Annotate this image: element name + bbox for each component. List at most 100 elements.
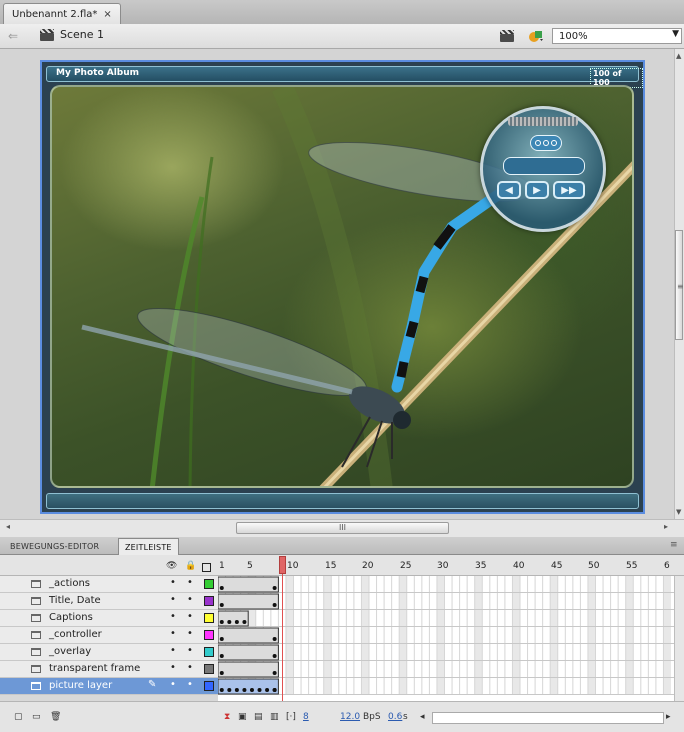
- layer-icon: [31, 631, 41, 639]
- outline-color-swatch[interactable]: [204, 647, 214, 657]
- layer-name[interactable]: _actions: [49, 578, 90, 589]
- layer-name[interactable]: picture layer: [49, 680, 112, 691]
- onion-outline-icon[interactable]: ▤: [254, 712, 263, 722]
- elapsed-time-value[interactable]: 0.6: [388, 712, 402, 722]
- scroll-grip-icon: ≡: [677, 282, 684, 291]
- eye-icon[interactable]: 👁: [166, 561, 177, 571]
- delete-layer-icon[interactable]: 🗑: [50, 712, 61, 722]
- lock-dot[interactable]: •: [187, 679, 193, 690]
- visibility-dot[interactable]: •: [170, 679, 176, 690]
- frame-number-label: 40: [513, 561, 525, 571]
- outline-color-swatch[interactable]: [204, 664, 214, 674]
- layer-row[interactable]: _actions • •: [0, 576, 218, 593]
- layer-icon: [31, 665, 41, 673]
- frame-number-label: 30: [437, 561, 449, 571]
- timeline-horizontal-scrollbar[interactable]: [432, 712, 664, 724]
- scroll-right-icon[interactable]: ▸: [664, 522, 668, 531]
- layer-row[interactable]: Captions • •: [0, 610, 218, 627]
- visibility-dot[interactable]: •: [170, 611, 176, 622]
- close-tab-icon[interactable]: ×: [103, 9, 111, 20]
- outline-icon[interactable]: [202, 563, 211, 572]
- layer-row[interactable]: _overlay • •: [0, 644, 218, 661]
- timeline-scroll-left-icon[interactable]: ◂: [420, 712, 425, 722]
- scene-label: Scene 1: [60, 28, 105, 41]
- current-frame-value[interactable]: 8: [303, 712, 309, 722]
- edit-symbols-icon[interactable]: [528, 29, 544, 43]
- visibility-dot[interactable]: •: [170, 662, 176, 673]
- zoom-select[interactable]: 100% ▼: [552, 28, 682, 44]
- edit-scene-icon[interactable]: [500, 30, 514, 42]
- new-layer-icon[interactable]: ▢: [14, 712, 23, 722]
- timeline-header: [0, 555, 684, 576]
- layer-name[interactable]: Captions: [49, 612, 93, 623]
- stage-horizontal-scroll-thumb[interactable]: III: [236, 522, 449, 534]
- scroll-up-icon[interactable]: ▲: [676, 52, 681, 60]
- visibility-dot[interactable]: •: [170, 577, 176, 588]
- frame-number-label: 20: [362, 561, 374, 571]
- playback-controller: ◀ ▶ ▶▶: [480, 106, 606, 232]
- layer-row[interactable]: picture layer ✎ • •: [0, 678, 218, 695]
- onion-skin-icon[interactable]: ▣: [238, 712, 247, 722]
- stage[interactable]: My Photo Album 100 of 100 ◀ ▶ ▶▶: [40, 60, 645, 514]
- lock-dot[interactable]: •: [187, 628, 193, 639]
- controller-thumbnails-button[interactable]: [530, 135, 562, 151]
- layer-row[interactable]: transparent frame • •: [0, 661, 218, 678]
- outline-color-swatch[interactable]: [204, 579, 214, 589]
- scene-breadcrumb[interactable]: Scene 1: [40, 28, 104, 41]
- frame-number-label: 10: [287, 561, 299, 571]
- edit-multiple-frames-icon[interactable]: ▥: [270, 712, 279, 722]
- scene-clapper-icon: [40, 28, 54, 41]
- play-icon[interactable]: ▶: [525, 181, 549, 199]
- layer-row[interactable]: Title, Date • •: [0, 593, 218, 610]
- layer-row[interactable]: _controller • •: [0, 627, 218, 644]
- layer-icon: [31, 597, 41, 605]
- tab-motion-editor[interactable]: BEWEGUNGS-EDITOR: [4, 538, 105, 554]
- tab-timeline[interactable]: ZEITLEISTE: [118, 538, 179, 555]
- next-icon[interactable]: ▶▶: [553, 181, 585, 199]
- lock-dot[interactable]: •: [187, 577, 193, 588]
- lock-dot[interactable]: •: [187, 645, 193, 656]
- visibility-dot[interactable]: •: [170, 594, 176, 605]
- outline-color-swatch[interactable]: [204, 630, 214, 640]
- playhead[interactable]: [279, 556, 287, 574]
- layer-name[interactable]: _controller: [49, 629, 102, 640]
- controller-grip[interactable]: [508, 117, 578, 126]
- document-tab[interactable]: Unbenannt 2.fla* ×: [3, 3, 121, 25]
- document-tab-title: Unbenannt 2.fla*: [12, 9, 98, 20]
- onion-markers-icon[interactable]: [·]: [286, 712, 296, 722]
- new-folder-icon[interactable]: ▭: [32, 712, 41, 722]
- layer-icon: [31, 580, 41, 588]
- layer-icon: [31, 614, 41, 622]
- fps-value[interactable]: 12.0: [340, 712, 360, 722]
- lock-dot[interactable]: •: [187, 662, 193, 673]
- album-title: My Photo Album: [56, 68, 140, 78]
- outline-color-swatch[interactable]: [204, 596, 214, 606]
- layer-name[interactable]: _overlay: [49, 646, 91, 657]
- panel-menu-icon[interactable]: ≡: [670, 540, 678, 550]
- lock-icon[interactable]: 🔒: [185, 561, 196, 571]
- frame-number-label: 25: [400, 561, 412, 571]
- timeline-vertical-scrollbar[interactable]: [674, 576, 684, 701]
- zoom-value: 100%: [559, 30, 588, 42]
- chevron-down-icon: ▼: [672, 29, 679, 39]
- scroll-down-icon[interactable]: ▼: [676, 508, 681, 516]
- lock-dot[interactable]: •: [187, 611, 193, 622]
- scroll-left-icon[interactable]: ◂: [6, 522, 10, 531]
- previous-icon[interactable]: ◀: [497, 181, 521, 199]
- frame-number-label: 15: [325, 561, 337, 571]
- outline-color-swatch[interactable]: [204, 613, 214, 623]
- frame-number-label: 35: [475, 561, 487, 571]
- center-frame-icon[interactable]: ⧗: [224, 712, 230, 722]
- layer-name[interactable]: Title, Date: [49, 595, 101, 606]
- lock-dot[interactable]: •: [187, 594, 193, 605]
- timeline-scroll-right-icon[interactable]: ▸: [666, 712, 671, 722]
- visibility-dot[interactable]: •: [170, 645, 176, 656]
- playhead-line: [282, 574, 284, 701]
- outline-color-swatch[interactable]: [204, 681, 214, 691]
- visibility-dot[interactable]: •: [170, 628, 176, 639]
- frame-grid[interactable]: [217, 576, 674, 701]
- frame-number-label: 55: [626, 561, 638, 571]
- pencil-icon: ✎: [148, 679, 157, 690]
- layer-name[interactable]: transparent frame: [49, 663, 140, 674]
- back-arrow-icon[interactable]: ⇐: [8, 29, 18, 43]
